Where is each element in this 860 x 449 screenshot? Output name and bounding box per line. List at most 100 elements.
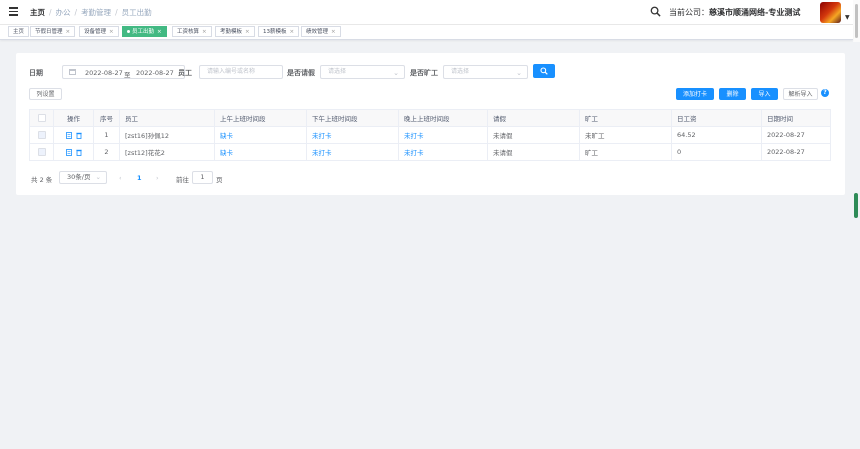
cell-index: 2 [93, 143, 120, 161]
tag-device[interactable]: 设备管理 × [79, 26, 119, 37]
scrollbar[interactable] [853, 0, 860, 42]
import-button[interactable]: 导入 [751, 88, 778, 100]
calendar-icon [69, 69, 76, 75]
date-end: 2022-08-27 [136, 69, 174, 77]
content-card: 日期 2022-08-27 至 2022-08-27 员工 请输入编号或名称 是… [16, 53, 845, 195]
tag-attendance-template[interactable]: 考勤模板 × [215, 26, 255, 37]
prev-page-button[interactable]: ‹ [119, 174, 122, 182]
close-icon[interactable]: × [157, 29, 162, 35]
page-size-select[interactable]: 30条/页 ⌄ [59, 171, 107, 184]
select-all-checkbox[interactable] [37, 114, 46, 122]
cell-datetime: 2022-08-27 [761, 126, 831, 144]
chevron-down-icon: ⌄ [516, 69, 522, 77]
employee-input[interactable]: 请输入编号或名称 [199, 65, 283, 79]
header-morning: 上午上班时间段 [214, 109, 307, 127]
header-index: 序号 [93, 109, 120, 127]
cell-evening[interactable]: 未打卡 [398, 126, 488, 144]
tag-performance[interactable]: 绩效管理 × [301, 26, 341, 37]
trash-icon[interactable] [75, 132, 82, 139]
header-employee: 员工 [119, 109, 215, 127]
table-row: 2 [zst12]花花2 缺卡 未打卡 未打卡 未请假 旷工 0 2022-08… [29, 143, 831, 161]
cell-leave: 未请假 [487, 143, 580, 161]
pagination: 共 2 条 30条/页 ⌄ ‹ 1 › 前往 1 页 [31, 171, 223, 184]
cell-evening[interactable]: 未打卡 [398, 143, 488, 161]
cell-afternoon[interactable]: 未打卡 [306, 143, 399, 161]
top-navbar: 主页 / 办公 / 考勤管理 / 员工出勤 当前公司：慈溪市顺涌网络-专业测试 ▼ [0, 0, 860, 25]
leave-label: 是否请假 [287, 69, 315, 77]
page-number-current[interactable]: 1 [137, 174, 142, 182]
row-checkbox[interactable] [37, 131, 46, 139]
tag-holiday[interactable]: 节假日管理 × [30, 26, 76, 37]
goto-page-input[interactable]: 1 [192, 171, 213, 184]
date-start: 2022-08-27 [85, 69, 123, 77]
search-icon[interactable] [650, 6, 661, 17]
edit-icon[interactable] [65, 148, 72, 156]
chevron-down-icon: ⌄ [393, 69, 399, 77]
close-icon[interactable]: × [245, 29, 250, 35]
cell-absent: 旷工 [579, 143, 672, 161]
table-row: 1 [zst16]孙佩12 缺卡 未打卡 未打卡 未请假 未旷工 64.52 2… [29, 126, 831, 144]
cell-absent: 未旷工 [579, 126, 672, 144]
absent-label: 是否旷工 [410, 69, 438, 77]
absent-select[interactable]: 请选择 ⌄ [443, 65, 528, 79]
caret-down-icon[interactable]: ▼ [845, 14, 850, 21]
cell-employee: [zst12]花花2 [119, 143, 215, 161]
cell-afternoon[interactable]: 未打卡 [306, 126, 399, 144]
trash-icon[interactable] [75, 149, 82, 156]
breadcrumb-attendance[interactable]: 考勤管理 [81, 8, 111, 17]
header-leave: 请假 [487, 109, 580, 127]
cell-employee: [zst16]孙佩12 [119, 126, 215, 144]
cell-morning[interactable]: 缺卡 [214, 126, 307, 144]
close-icon[interactable]: × [290, 29, 295, 35]
header-actions: 操作 [53, 109, 94, 127]
search-icon [540, 67, 548, 75]
current-company: 当前公司：慈溪市顺涌网络-专业测试 [669, 8, 801, 17]
avatar[interactable] [820, 2, 841, 23]
cell-index: 1 [93, 126, 120, 144]
tag-home[interactable]: 主页 [8, 26, 30, 37]
breadcrumb-home[interactable]: 主页 [30, 8, 45, 17]
goto-label: 前往 [176, 176, 189, 184]
parse-import-button[interactable]: 解析导入 [783, 88, 818, 100]
next-page-button[interactable]: › [156, 174, 159, 182]
close-icon[interactable]: × [331, 29, 336, 35]
menu-toggle-icon[interactable] [9, 7, 18, 16]
cell-daily-wage: 0 [671, 143, 762, 161]
header-daily-wage: 日工资 [671, 109, 762, 127]
search-button[interactable] [533, 64, 555, 78]
cell-morning[interactable]: 缺卡 [214, 143, 307, 161]
date-range-picker[interactable]: 2022-08-27 至 2022-08-27 [62, 65, 185, 79]
tag-13th-salary[interactable]: 13薪模板 × [258, 26, 300, 37]
close-icon[interactable]: × [109, 29, 114, 35]
breadcrumb-office[interactable]: 办公 [56, 8, 71, 17]
breadcrumb: 主页 / 办公 / 考勤管理 / 员工出勤 [30, 8, 152, 17]
cell-daily-wage: 64.52 [671, 126, 762, 144]
chevron-down-icon: ⌄ [95, 173, 101, 181]
header-absent: 旷工 [579, 109, 672, 127]
employee-label: 员工 [178, 69, 192, 77]
edit-icon[interactable] [65, 131, 72, 139]
attendance-table: 操作 序号 员工 上午上班时间段 下午上班时间段 晚上上班时间段 请假 旷工 日… [29, 109, 831, 161]
tag-attendance[interactable]: 员工出勤 × [122, 26, 167, 37]
tag-salary[interactable]: 工资核算 × [172, 26, 212, 37]
column-settings-button[interactable]: 列设置 [29, 88, 62, 100]
delete-button[interactable]: 删除 [719, 88, 746, 100]
pagination-total: 共 2 条 [31, 176, 53, 184]
add-punch-button[interactable]: 添加打卡 [676, 88, 714, 100]
tags-view: 主页 节假日管理 × 设备管理 × 员工出勤 × 工资核算 × 考勤模板 × 13薪模板 ×… [0, 25, 853, 40]
cell-datetime: 2022-08-27 [761, 143, 831, 161]
cell-leave: 未请假 [487, 126, 580, 144]
table-header: 操作 序号 员工 上午上班时间段 下午上班时间段 晚上上班时间段 请假 旷工 日… [29, 109, 831, 127]
leave-select[interactable]: 请选择 ⌄ [320, 65, 405, 79]
header-afternoon: 下午上班时间段 [306, 109, 399, 127]
date-separator: 至 [124, 71, 131, 79]
close-icon[interactable]: × [66, 29, 71, 35]
header-evening: 晚上上班时间段 [398, 109, 488, 127]
header-datetime: 日期时间 [761, 109, 831, 127]
close-icon[interactable]: × [202, 29, 207, 35]
side-indicator[interactable] [854, 193, 858, 218]
row-checkbox[interactable] [37, 148, 46, 156]
page-unit-label: 页 [216, 176, 223, 184]
date-label: 日期 [29, 69, 43, 77]
help-icon[interactable]: ? [821, 89, 829, 97]
